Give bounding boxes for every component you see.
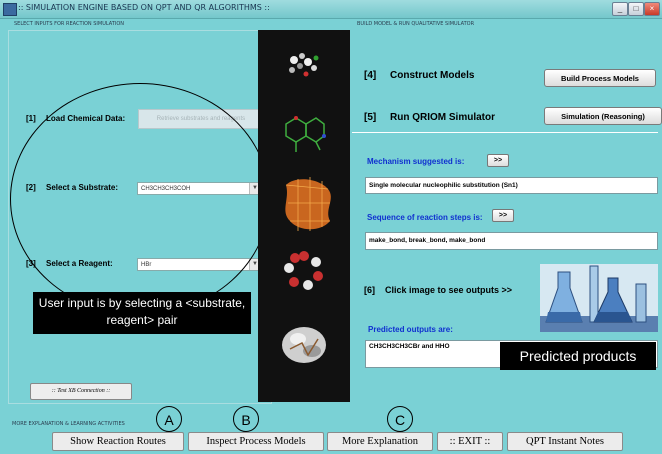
app-icon bbox=[3, 3, 17, 16]
bottom-panel-label: MORE EXPLANATION & LEARNING ACTIVITIES bbox=[12, 421, 125, 427]
predicted-outputs-label: Predicted outputs are: bbox=[368, 325, 453, 334]
molecule-image-strip bbox=[258, 30, 350, 402]
marker-c: C bbox=[387, 406, 413, 432]
show-reaction-routes-button[interactable]: Show Reaction Routes bbox=[52, 432, 184, 451]
step-5-number: [5] bbox=[364, 112, 377, 123]
window-title: :: SIMULATION ENGINE BASED ON QPT AND QR… bbox=[18, 3, 270, 12]
sequence-label: Sequence of reaction steps is: bbox=[367, 213, 483, 222]
qpt-instant-notes-button[interactable]: QPT Instant Notes bbox=[507, 432, 623, 451]
step-1-number: [1] bbox=[26, 114, 36, 123]
maximize-button[interactable]: □ bbox=[628, 2, 644, 16]
user-input-note: User input is by selecting a <substrate,… bbox=[33, 292, 251, 334]
test-xb-connection-button[interactable]: :: Test XB Connection :: bbox=[30, 383, 132, 400]
more-explanation-button[interactable]: More Explanation bbox=[327, 432, 433, 451]
mechanism-more-button[interactable]: >> bbox=[487, 154, 509, 167]
mechanism-label: Mechanism suggested is: bbox=[367, 157, 465, 166]
construct-models-label: Construct Models bbox=[390, 70, 475, 81]
close-button[interactable]: × bbox=[644, 2, 660, 16]
simulation-reasoning-button[interactable]: Simulation (Reasoning) bbox=[544, 107, 662, 125]
title-bar: :: SIMULATION ENGINE BASED ON QPT AND QR… bbox=[0, 0, 662, 19]
predicted-products-note: Predicted products bbox=[500, 342, 656, 370]
right-panel-label: BUILD MODEL & RUN QUALITATIVE SIMULATOR bbox=[357, 21, 475, 27]
build-process-models-button[interactable]: Build Process Models bbox=[544, 69, 656, 87]
exit-button[interactable]: :: EXIT :: bbox=[437, 432, 503, 451]
sequence-output: make_bond, break_bond, make_bond bbox=[365, 232, 658, 250]
molecule-image bbox=[282, 53, 331, 363]
run-simulator-label: Run QRIOM Simulator bbox=[390, 112, 495, 123]
mechanism-output: Single molecular nucleophilic substituti… bbox=[365, 177, 658, 194]
app-window: :: SIMULATION ENGINE BASED ON QPT AND QR… bbox=[0, 0, 662, 454]
minimize-button[interactable]: _ bbox=[612, 2, 628, 16]
marker-a: A bbox=[156, 406, 182, 432]
click-image-label: Click image to see outputs >> bbox=[385, 285, 513, 295]
step-6-number: [6] bbox=[364, 285, 375, 295]
marker-b: B bbox=[233, 406, 259, 432]
predicted-outputs-value: CH3CH3CH3CBr and HHO bbox=[369, 343, 450, 350]
flask-image[interactable] bbox=[540, 264, 658, 332]
left-panel-label: SELECT INPUTS FOR REACTION SIMULATION bbox=[14, 21, 125, 27]
sequence-more-button[interactable]: >> bbox=[492, 209, 514, 222]
section-divider bbox=[352, 132, 658, 133]
step-4-number: [4] bbox=[364, 70, 377, 81]
inspect-process-models-button[interactable]: Inspect Process Models bbox=[188, 432, 324, 451]
annotation-oval bbox=[10, 83, 270, 315]
